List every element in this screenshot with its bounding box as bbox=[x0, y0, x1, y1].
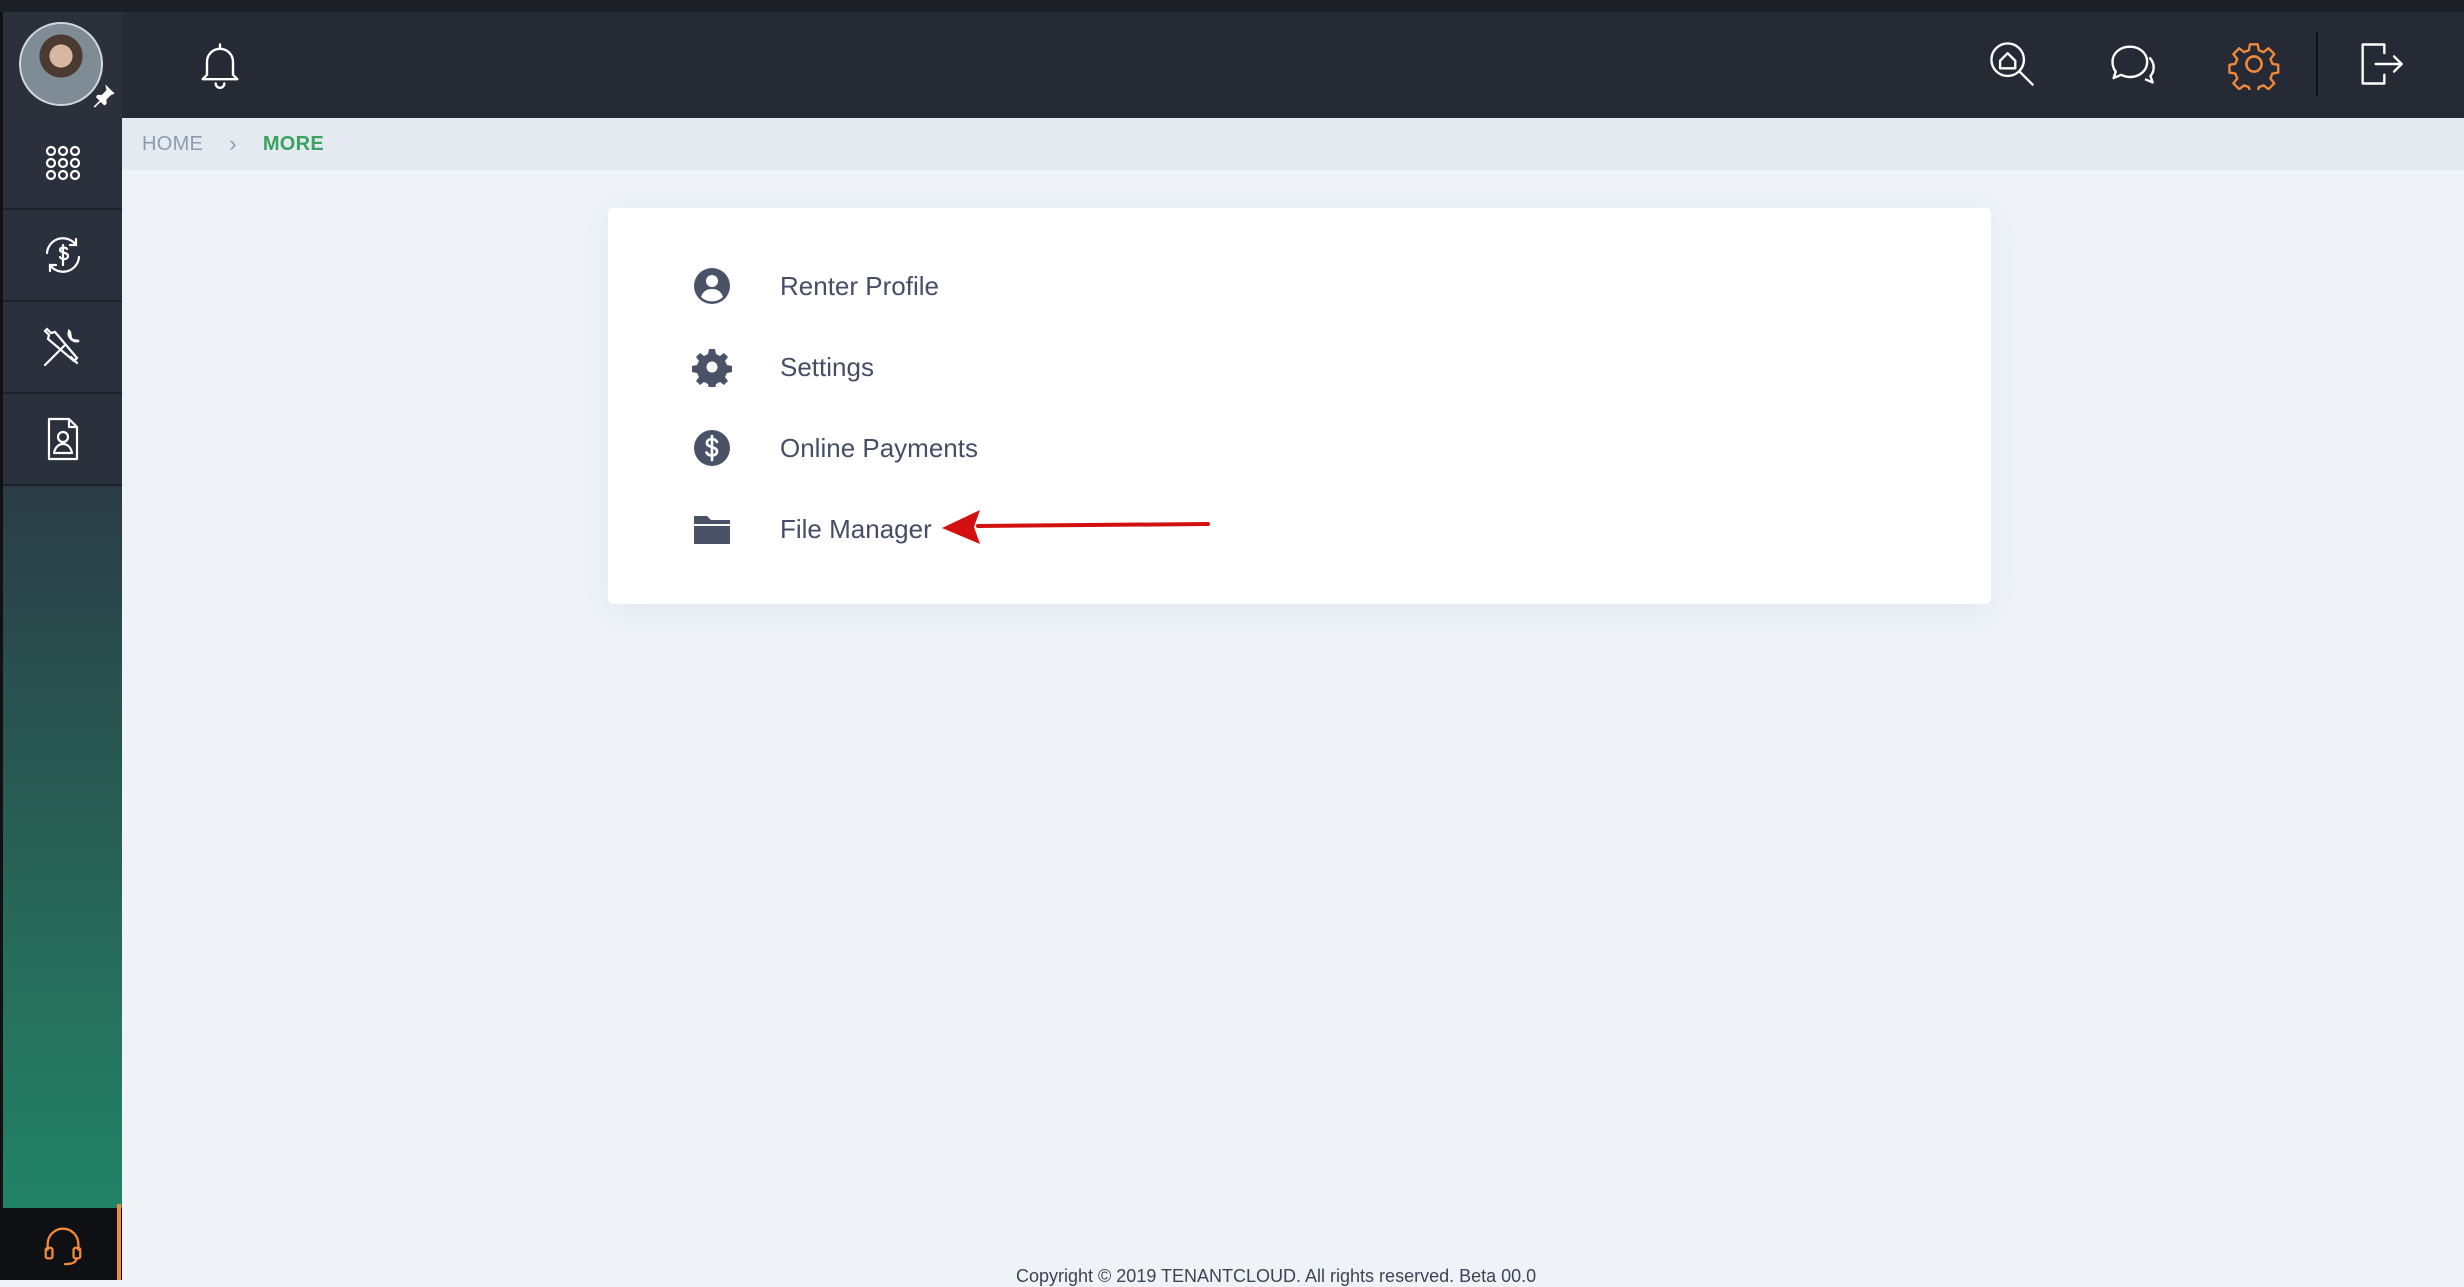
payments-cycle-icon bbox=[45, 237, 80, 273]
chat-icon bbox=[2111, 45, 2155, 84]
maintenance-tools-icon bbox=[42, 327, 79, 367]
folder-icon bbox=[692, 509, 732, 549]
breadcrumb-current: MORE bbox=[262, 132, 325, 155]
menu-item-file-manager[interactable]: File Manager bbox=[692, 503, 932, 555]
messages-button[interactable] bbox=[2104, 36, 2160, 92]
gear-icon bbox=[692, 347, 732, 387]
annotation-arrow-icon bbox=[942, 510, 1210, 544]
sidebar-item-lease-documents[interactable] bbox=[3, 394, 122, 486]
dollar-circle-icon bbox=[692, 428, 732, 468]
sidebar bbox=[0, 12, 122, 1280]
chevron-right-icon: › bbox=[229, 131, 237, 156]
pin-icon[interactable] bbox=[89, 82, 117, 110]
menu-item-label: File Manager bbox=[780, 513, 932, 544]
footer-copyright: Copyright © 2019 TENANTCLOUD. All rights… bbox=[1016, 1266, 1537, 1286]
support-headset-icon bbox=[44, 1227, 81, 1266]
logout-button[interactable] bbox=[2352, 36, 2408, 92]
breadcrumb: HOME › MORE bbox=[122, 118, 2464, 170]
support-accent-edge bbox=[117, 1204, 121, 1280]
menu-item-label: Renter Profile bbox=[780, 270, 939, 301]
logout-icon bbox=[2361, 43, 2403, 85]
menu-item-label: Settings bbox=[780, 351, 874, 382]
sidebar-item-payments[interactable] bbox=[3, 210, 122, 302]
window-top-strip bbox=[0, 0, 2464, 12]
sidebar-item-maintenance[interactable] bbox=[3, 302, 122, 394]
sidebar-item-apps[interactable] bbox=[3, 118, 122, 210]
apps-grid-icon bbox=[45, 145, 80, 181]
settings-button[interactable] bbox=[2226, 36, 2282, 92]
user-circle-icon bbox=[692, 266, 732, 306]
support-button[interactable] bbox=[3, 1208, 122, 1280]
menu-item-online-payments[interactable]: Online Payments bbox=[692, 422, 978, 474]
property-search-icon bbox=[1990, 42, 2034, 86]
breadcrumb-home[interactable]: HOME bbox=[142, 133, 203, 156]
property-search-button[interactable] bbox=[1984, 36, 2040, 92]
topbar-divider bbox=[2316, 32, 2318, 96]
settings-gear-icon bbox=[2228, 43, 2280, 90]
menu-item-settings[interactable]: Settings bbox=[692, 341, 874, 393]
menu-item-label: Online Payments bbox=[780, 432, 978, 463]
lease-document-icon bbox=[47, 417, 78, 461]
bell-icon bbox=[201, 43, 239, 90]
user-avatar-area[interactable] bbox=[3, 12, 122, 118]
notifications-button[interactable] bbox=[192, 36, 248, 92]
more-menu-card: Renter Profile Settings Online Payments bbox=[608, 208, 1991, 604]
menu-item-renter-profile[interactable]: Renter Profile bbox=[692, 260, 939, 312]
